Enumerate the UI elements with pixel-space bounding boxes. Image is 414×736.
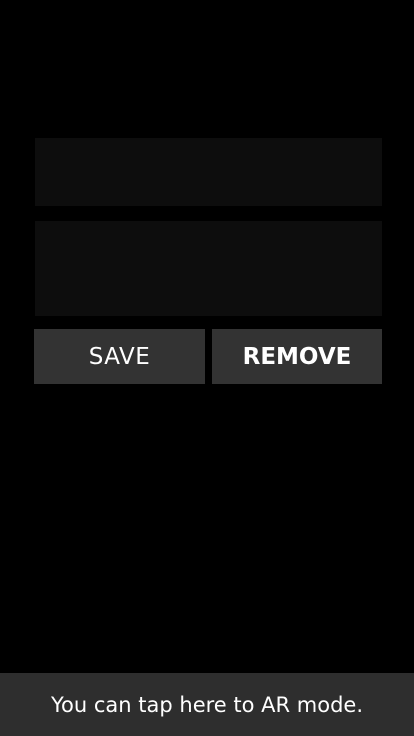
ar-mode-hint-text: You can tap here to AR mode. [51, 692, 363, 717]
description-input[interactable] [35, 221, 382, 316]
title-input[interactable] [35, 138, 382, 206]
remove-button[interactable]: REMOVE [212, 329, 382, 384]
screen: SAVE REMOVE You can tap here to AR mode. [0, 0, 414, 736]
ar-mode-hint-bar[interactable]: You can tap here to AR mode. [0, 673, 414, 736]
save-button[interactable]: SAVE [34, 329, 205, 384]
